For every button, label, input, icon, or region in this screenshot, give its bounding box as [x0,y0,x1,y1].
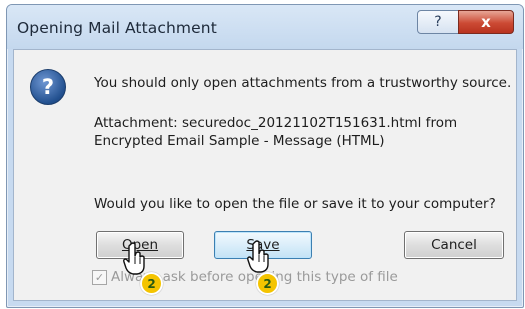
always-ask-checkbox[interactable]: ✓ [92,270,107,285]
step-badge: 2 [256,272,279,295]
step-badge: 2 [140,272,163,295]
help-icon: ? [434,14,442,30]
question-icon: ? [30,69,66,105]
hand-pointer-icon [123,242,145,275]
cancel-button[interactable]: Cancel [404,231,504,259]
help-button[interactable]: ? [417,10,459,34]
close-icon: x [481,13,491,31]
window-title: Opening Mail Attachment [17,19,217,37]
attachment-line-2: Encrypted Email Sample - Message (HTML) [94,133,385,149]
hand-pointer-icon [247,240,269,273]
question-text: Would you like to open the file or save … [94,196,496,212]
warning-text: You should only open attachments from a … [94,75,512,91]
title-bar[interactable]: Opening Mail Attachment ? x [7,5,523,49]
attachment-line-1: Attachment: securedoc_20121102T151631.ht… [94,115,458,131]
close-button[interactable]: x [458,10,514,34]
cancel-button-label: Cancel [431,237,477,253]
